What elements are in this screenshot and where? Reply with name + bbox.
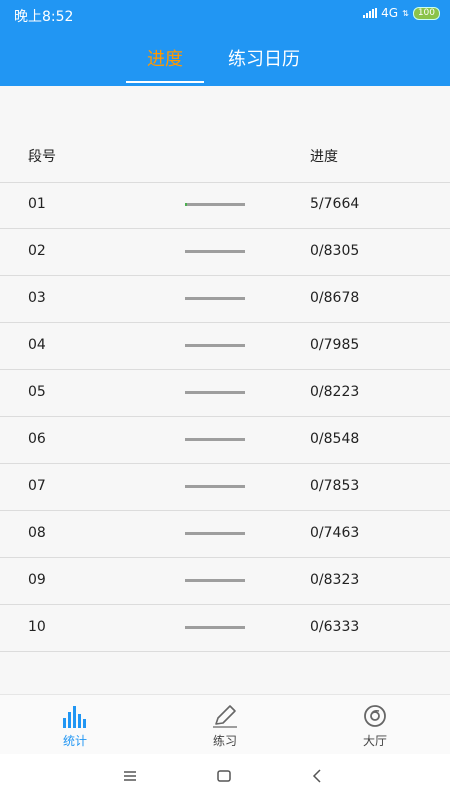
back-icon[interactable]: [308, 766, 328, 786]
home-icon[interactable]: [214, 766, 234, 786]
segment-number: 07: [28, 478, 46, 494]
column-header-progress: 进度: [310, 149, 338, 165]
nav-label-hall: 大厅: [362, 734, 387, 748]
segment-number: 02: [28, 243, 46, 259]
progress-bar: [185, 438, 245, 441]
progress-bar: [185, 579, 245, 582]
network-type: 4G: [381, 6, 399, 20]
progress-bar: [185, 297, 245, 300]
segment-number: 04: [28, 337, 46, 353]
pencil-icon: [213, 705, 237, 728]
progress-bar: [185, 203, 245, 206]
data-arrows-icon: ⇅: [402, 8, 409, 18]
tab-progress-label: 进度: [147, 49, 183, 70]
nav-item-practice[interactable]: 练习: [150, 695, 300, 755]
progress-text: 0/7463: [310, 525, 360, 541]
progress-text: 0/7853: [310, 478, 360, 494]
nav-item-stats[interactable]: 统计: [0, 695, 150, 755]
signal-icon: [363, 8, 378, 18]
table-row[interactable]: 02 0/8305: [0, 229, 450, 276]
progress-text: 0/8323: [310, 572, 360, 588]
table-row[interactable]: 09 0/8323: [0, 558, 450, 605]
battery-icon: 100: [412, 6, 440, 20]
tab-practice-calendar[interactable]: 练习日历: [214, 30, 314, 86]
segment-number: 03: [28, 290, 46, 306]
nav-label-practice: 练习: [212, 734, 237, 748]
table-row[interactable]: 05 0/8223: [0, 370, 450, 417]
progress-bar-fill: [185, 203, 187, 206]
progress-table: 段号 进度 01 5/7664 02 0/8305 03 0/8678 04 0/7985 05…: [0, 86, 450, 694]
table-row[interactable]: 06 0/8548: [0, 417, 450, 464]
disc-icon: [364, 705, 386, 727]
nav-label-stats: 统计: [62, 734, 87, 748]
segment-number: 09: [28, 572, 46, 588]
table-row[interactable]: 04 0/7985: [0, 323, 450, 370]
bottom-navigation: 统计 练习 大厅: [0, 694, 450, 755]
table-row[interactable]: 03 0/8678: [0, 276, 450, 323]
table-row[interactable]: 01 5/7664: [0, 182, 450, 229]
active-tab-indicator: [126, 81, 204, 83]
top-tab-bar: 进度 练习日历: [0, 30, 450, 86]
column-header-segment: 段号: [28, 149, 56, 165]
table-header: 段号 进度: [0, 128, 450, 183]
segment-number: 01: [28, 196, 46, 212]
progress-bar: [185, 391, 245, 394]
table-row[interactable]: 07 0/7853: [0, 464, 450, 511]
segment-number: 05: [28, 384, 46, 400]
segment-number: 08: [28, 525, 46, 541]
battery-level: 100: [417, 7, 435, 18]
menu-icon[interactable]: [120, 766, 140, 786]
status-bar: 晚上8:52 4G ⇅ 100: [0, 0, 450, 30]
progress-bar: [185, 626, 245, 629]
bar-chart-icon: [63, 706, 86, 728]
tab-calendar-label: 练习日历: [228, 49, 300, 70]
tab-progress[interactable]: 进度: [126, 30, 204, 86]
progress-bar: [185, 532, 245, 535]
table-row[interactable]: 10 0/6333: [0, 605, 450, 652]
table-row[interactable]: 08 0/7463: [0, 511, 450, 558]
segment-number: 10: [28, 619, 46, 635]
progress-text: 0/8548: [310, 431, 360, 447]
progress-text: 0/8678: [310, 290, 360, 306]
segment-number: 06: [28, 431, 46, 447]
progress-text: 5/7664: [310, 196, 360, 212]
progress-bar: [185, 250, 245, 253]
system-navigation-bar: [0, 754, 450, 800]
progress-text: 0/7985: [310, 337, 360, 353]
nav-item-hall[interactable]: 大厅: [300, 695, 450, 755]
progress-text: 0/6333: [310, 619, 360, 635]
progress-bar: [185, 344, 245, 347]
progress-bar: [185, 485, 245, 488]
progress-text: 0/8305: [310, 243, 360, 259]
progress-text: 0/8223: [310, 384, 360, 400]
status-time: 晚上8:52: [14, 9, 74, 25]
status-indicators: 4G ⇅ 100: [363, 6, 440, 20]
